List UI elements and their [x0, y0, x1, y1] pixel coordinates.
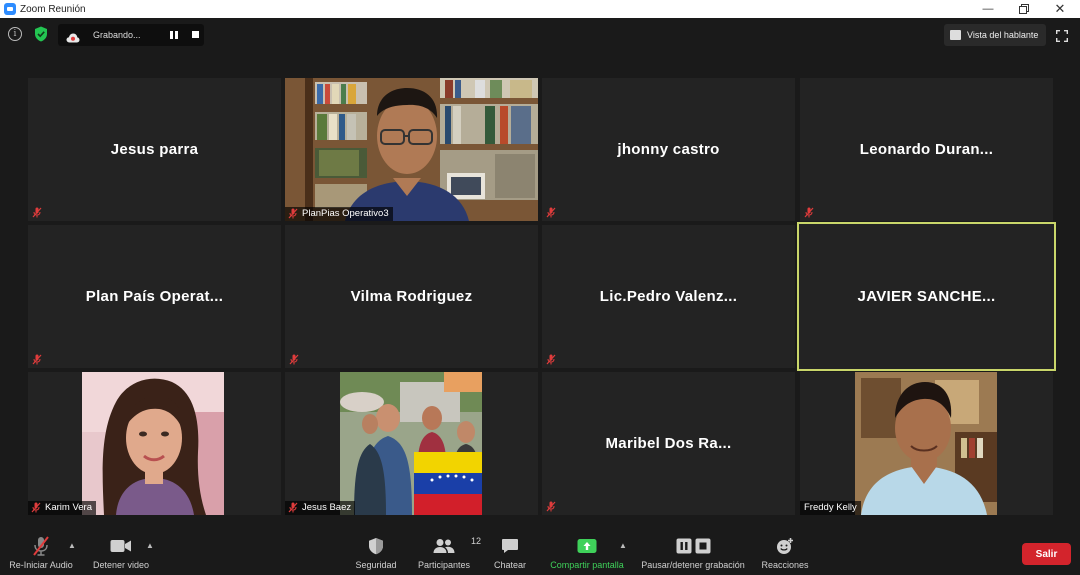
recording-panel: Grabando... [58, 24, 204, 46]
participant-tile[interactable]: Maribel Dos Ra... [542, 372, 795, 515]
muted-mic-icon [32, 207, 42, 218]
window-title-bar: Zoom Reunión — ✕ [0, 0, 1080, 18]
leave-meeting-button[interactable]: Salir [1022, 543, 1071, 565]
participant-video [855, 372, 997, 515]
chat-label: Chatear [493, 560, 527, 570]
reactions-button[interactable]: Reacciones [757, 529, 813, 575]
security-label: Seguridad [355, 560, 397, 570]
muted-mic-icon [288, 208, 298, 219]
audio-label: Re-Iniciar Audio [9, 560, 73, 570]
recording-control-button[interactable]: Pausar/detener grabación [637, 529, 749, 575]
reactions-label: Reacciones [761, 560, 809, 570]
participant-name: Jesus parra [110, 141, 199, 158]
minimize-icon[interactable]: — [970, 0, 1006, 18]
participant-name-caption: Freddy Kelly [800, 501, 861, 515]
participant-name: Vilma Rodriguez [350, 288, 473, 305]
speaker-view-label: Vista del hablante [967, 30, 1039, 40]
audio-button[interactable]: Re-Iniciar Audio [5, 529, 77, 575]
muted-mic-icon [804, 207, 814, 218]
cloud-record-icon [66, 30, 80, 43]
info-icon[interactable]: i [8, 27, 22, 41]
window-title: Zoom Reunión [20, 3, 86, 15]
muted-mic-icon [546, 207, 556, 218]
participant-name: Lic.Pedro Valenz... [599, 288, 738, 305]
participant-name: JAVIER SANCHE... [857, 288, 996, 305]
recording-control-label: Pausar/detener grabación [641, 560, 745, 570]
video-button[interactable]: Detener video [88, 529, 154, 575]
participant-tile[interactable]: Jesus parra [28, 78, 281, 221]
muted-mic-icon [31, 502, 41, 513]
participant-name: PlanPias Operativo3 [302, 208, 389, 219]
speaker-view-button[interactable]: Vista del hablante [944, 24, 1046, 46]
muted-mic-icon [32, 354, 42, 365]
chat-bubble-icon [501, 535, 519, 557]
video-options-caret-icon[interactable]: ▲ [146, 541, 154, 550]
participant-name: Jesus Baez [302, 502, 352, 513]
participant-name: jhonny castro [617, 141, 720, 158]
participant-tile[interactable]: Karim Vera [28, 372, 281, 515]
meeting-top-bar: i Grabando... Vista del hablante [0, 18, 1080, 54]
participant-tile[interactable]: Lic.Pedro Valenz... [542, 225, 795, 368]
participant-tile[interactable]: Leonardo Duran... [800, 78, 1053, 221]
restore-icon[interactable] [1006, 0, 1042, 18]
security-button[interactable]: Seguridad [352, 529, 400, 575]
participant-video [340, 372, 482, 515]
participant-name: Freddy Kelly [804, 502, 857, 513]
muted-mic-icon [546, 354, 556, 365]
muted-mic-icon [288, 502, 298, 513]
video-camera-icon [110, 535, 132, 557]
participant-tile[interactable]: PlanPias Operativo3 [285, 78, 538, 221]
participant-name-caption: Jesus Baez [285, 501, 356, 515]
participants-button[interactable]: 12 Participantes [414, 529, 481, 575]
encryption-shield-icon[interactable] [34, 26, 48, 42]
participant-name: Karim Vera [45, 502, 92, 513]
muted-mic-icon [31, 535, 51, 557]
participant-name-caption: Karim Vera [28, 501, 96, 515]
pause-recording-icon[interactable] [170, 31, 178, 39]
recording-status: Grabando... [93, 30, 141, 40]
muted-mic-icon [546, 501, 556, 512]
participant-tile[interactable]: Freddy Kelly [800, 372, 1053, 515]
participant-name: Maribel Dos Ra... [605, 435, 732, 452]
participants-label: Participantes [417, 560, 471, 570]
participant-tile[interactable]: jhonny castro [542, 78, 795, 221]
active-speaker-tile[interactable]: JAVIER SANCHE... [797, 222, 1056, 371]
participant-tile[interactable]: Plan País Operat... [28, 225, 281, 368]
participant-tile[interactable]: Jesus Baez [285, 372, 538, 515]
share-options-caret-icon[interactable]: ▲ [619, 541, 627, 550]
participants-count: 12 [471, 536, 482, 546]
share-screen-label: Compartir pantalla [550, 560, 624, 570]
zoom-app-icon [4, 3, 16, 15]
close-icon[interactable]: ✕ [1042, 0, 1078, 18]
view-grid-icon [950, 30, 961, 40]
participant-tile[interactable]: Vilma Rodriguez [285, 225, 538, 368]
participants-icon: 12 [433, 535, 481, 557]
share-screen-button[interactable]: Compartir pantalla [546, 529, 628, 575]
pause-stop-recording-icon [676, 535, 711, 557]
reactions-emoji-icon [776, 535, 794, 557]
share-screen-icon [577, 535, 597, 557]
participant-video [82, 372, 224, 515]
chat-button[interactable]: Chatear [490, 529, 530, 575]
participant-video [285, 78, 538, 221]
participant-name-caption: PlanPias Operativo3 [285, 207, 393, 221]
security-shield-icon [368, 535, 384, 557]
stop-recording-icon[interactable] [192, 31, 199, 38]
muted-mic-icon [289, 354, 299, 365]
fullscreen-icon[interactable] [1056, 29, 1068, 42]
meeting-toolbar: Re-Iniciar Audio ▲ Detener video ▲ Segur… [0, 529, 1080, 575]
participant-name: Plan País Operat... [85, 288, 224, 305]
audio-options-caret-icon[interactable]: ▲ [68, 541, 76, 550]
participant-name: Leonardo Duran... [859, 141, 994, 158]
video-label: Detener video [92, 560, 150, 570]
